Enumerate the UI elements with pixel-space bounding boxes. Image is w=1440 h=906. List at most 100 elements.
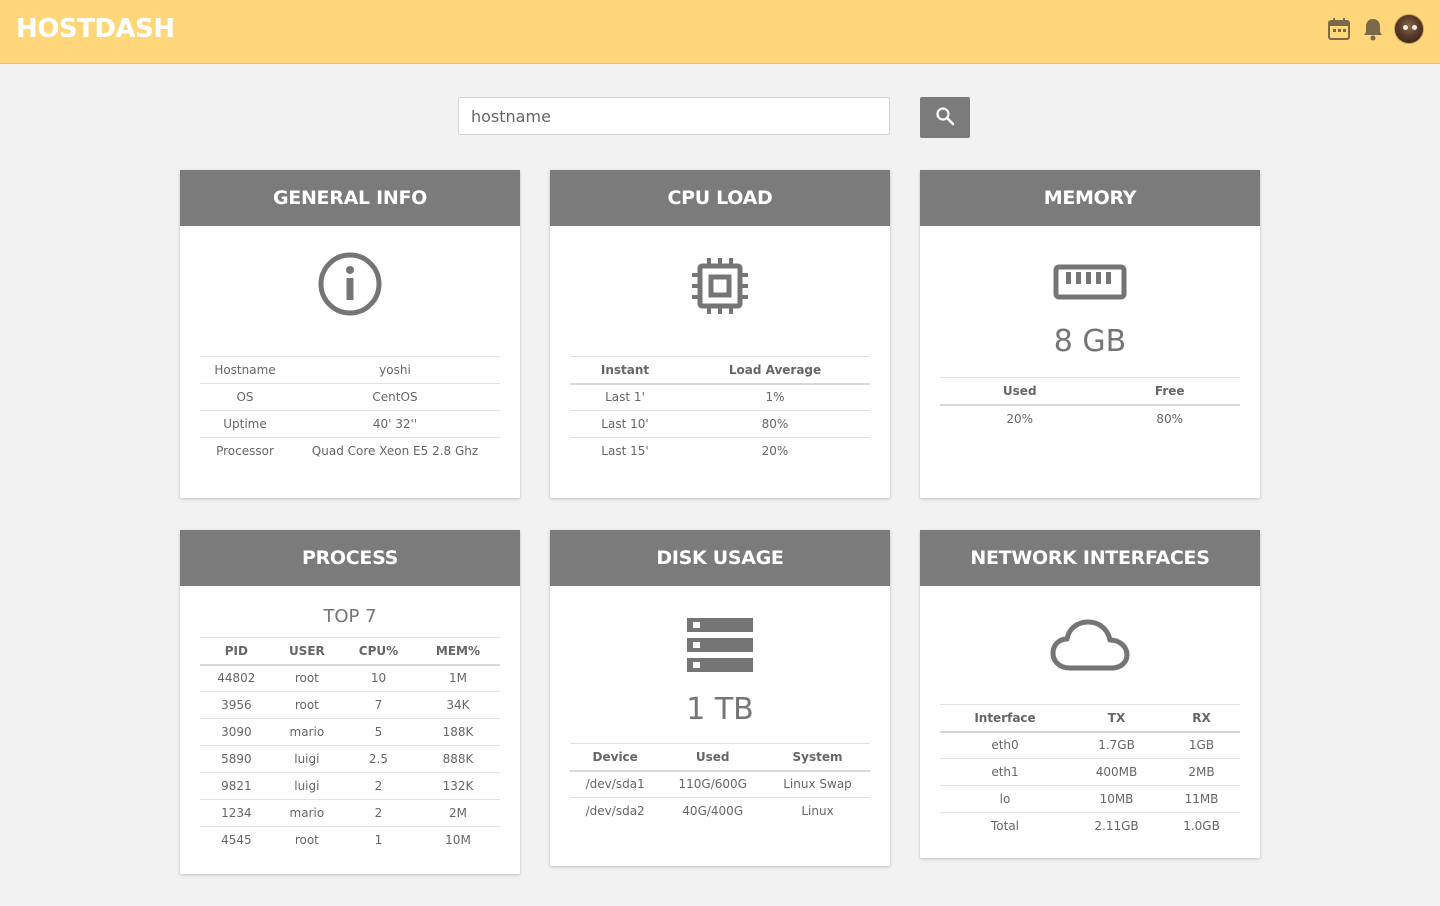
table-row: 9821 luigi 2 132K	[200, 772, 500, 800]
table-row: 44802 root 10 1M	[200, 664, 500, 692]
top-bar: HOSTDASH	[0, 0, 1440, 64]
table-header-row: Device Used System	[570, 743, 870, 772]
cell: 2MB	[1163, 758, 1240, 786]
column-header: Device	[570, 743, 661, 772]
cell: 110G/600G	[660, 770, 766, 798]
table-row: /dev/sda2 40G/400G Linux	[570, 798, 870, 825]
card-network-interfaces: NETWORK INTERFACES Interface TX RX eth0 …	[920, 530, 1260, 858]
row-value: Quad Core Xeon E5 2.8 Ghz	[311, 444, 479, 459]
cell: 1M	[415, 664, 500, 692]
table-row: 5890 luigi 2.5 888K	[200, 745, 500, 773]
cell: 1%	[680, 383, 870, 411]
card-process: PROCESS TOP 7 PID USER CPU% MEM% 44802 r…	[180, 530, 520, 874]
row-label: Uptime	[200, 410, 290, 438]
row-label: Processor	[216, 444, 274, 459]
cell: 1234	[200, 799, 273, 827]
table-row: Hostname yoshi	[200, 356, 500, 384]
cell: 11MB	[1163, 785, 1240, 813]
cell: /dev/sda2	[585, 804, 645, 819]
cell: 188K	[415, 718, 500, 746]
table-row: Uptime 40' 32''	[200, 410, 500, 438]
column-header: USER	[272, 637, 341, 666]
card-title: MEMORY	[920, 170, 1260, 226]
search-button[interactable]	[920, 97, 970, 138]
column-header: PID	[200, 637, 273, 666]
cell: /dev/sda1	[570, 770, 661, 798]
card-title: NETWORK INTERFACES	[920, 530, 1260, 586]
cell: 5	[340, 718, 416, 746]
column-header: RX	[1163, 704, 1240, 733]
table-row: OS CentOS	[200, 383, 500, 411]
process-subtitle: TOP 7	[323, 606, 377, 627]
cell: eth1	[940, 758, 1070, 786]
table-row: Processor Quad Core Xeon E5 2.8 Ghz	[200, 438, 500, 465]
table-row: lo 10MB 11MB	[940, 785, 1240, 813]
cell: 132K	[415, 772, 500, 800]
cell: luigi	[272, 745, 341, 773]
cell: 5890	[200, 745, 273, 773]
table-row: 1234 mario 2 2M	[200, 799, 500, 827]
memory-used: 20%	[940, 404, 1100, 432]
card-memory: MEMORY 8 GB Used Free 20% 80%	[920, 170, 1260, 498]
cell: root	[272, 691, 341, 719]
search-icon	[935, 106, 955, 129]
card-title: PROCESS	[180, 530, 520, 586]
cell: 888K	[415, 745, 500, 773]
calendar-icon[interactable]	[1326, 16, 1352, 42]
column-header: CPU%	[340, 637, 416, 666]
cell: luigi	[272, 772, 341, 800]
row-label: Hostname	[200, 356, 290, 384]
table-row: Last 15' 20%	[570, 438, 870, 465]
cell: 80%	[680, 410, 870, 438]
table-row: /dev/sda1 110G/600G Linux Swap	[570, 770, 870, 798]
app-brand[interactable]: HOSTDASH	[16, 14, 175, 44]
cell: mario	[272, 799, 341, 827]
cell: 3956	[200, 691, 273, 719]
cell: root	[272, 664, 341, 692]
cell: 2.5	[340, 745, 416, 773]
card-title: DISK USAGE	[550, 530, 890, 586]
cell: 20%	[761, 444, 789, 459]
table-row: 20% 80%	[940, 404, 1240, 432]
table-row: eth1 400MB 2MB	[940, 758, 1240, 786]
cell: 4545	[221, 833, 252, 848]
row-value: CentOS	[290, 383, 500, 411]
row-value: yoshi	[290, 356, 500, 384]
column-header: System	[765, 743, 870, 772]
cell: Last 1'	[570, 383, 680, 411]
cpu-load-table: Instant Load Average Last 1' 1% Last 10'…	[570, 356, 870, 465]
card-disk-usage: DISK USAGE 1 TB Device Used System /dev/…	[550, 530, 890, 866]
server-storage-icon	[550, 618, 890, 674]
cell: 1	[374, 833, 383, 848]
memory-module-icon	[920, 262, 1260, 306]
table-header-row: Used Free	[940, 377, 1240, 406]
info-icon	[180, 252, 520, 316]
process-table: PID USER CPU% MEM% 44802 root 10 1M 3956…	[200, 637, 500, 854]
cell: 1.7GB	[1070, 731, 1163, 759]
search-input[interactable]	[458, 97, 890, 135]
disk-total: 1 TB	[686, 692, 754, 727]
memory-free: 80%	[1099, 404, 1240, 432]
cell: 7	[340, 691, 416, 719]
cell: 3090	[200, 718, 273, 746]
cell: 10MB	[1070, 785, 1163, 813]
column-header: Free	[1099, 377, 1240, 406]
cell: Last 15'	[601, 444, 649, 459]
cell: 400MB	[1070, 758, 1163, 786]
general-info-table: Hostname yoshi OS CentOS Uptime 40' 32''…	[200, 356, 500, 465]
cpu-chip-icon	[550, 256, 890, 316]
table-header-row: Instant Load Average	[570, 356, 870, 385]
table-row: eth0 1.7GB 1GB	[940, 731, 1240, 759]
card-cpu-load: CPU LOAD Instant Load Average Last 1' 1%	[550, 170, 890, 498]
column-header: Instant	[570, 356, 680, 385]
table-header-row: PID USER CPU% MEM%	[200, 637, 500, 666]
column-header: MEM%	[415, 637, 500, 666]
cloud-icon	[920, 618, 1260, 674]
cell: lo	[940, 785, 1070, 813]
bell-icon[interactable]	[1360, 16, 1386, 42]
cell: 10	[340, 664, 416, 692]
avatar[interactable]	[1394, 14, 1424, 44]
table-row: 4545 root 1 10M	[200, 827, 500, 854]
top-bar-actions	[1326, 14, 1424, 44]
cell: 44802	[200, 664, 273, 692]
